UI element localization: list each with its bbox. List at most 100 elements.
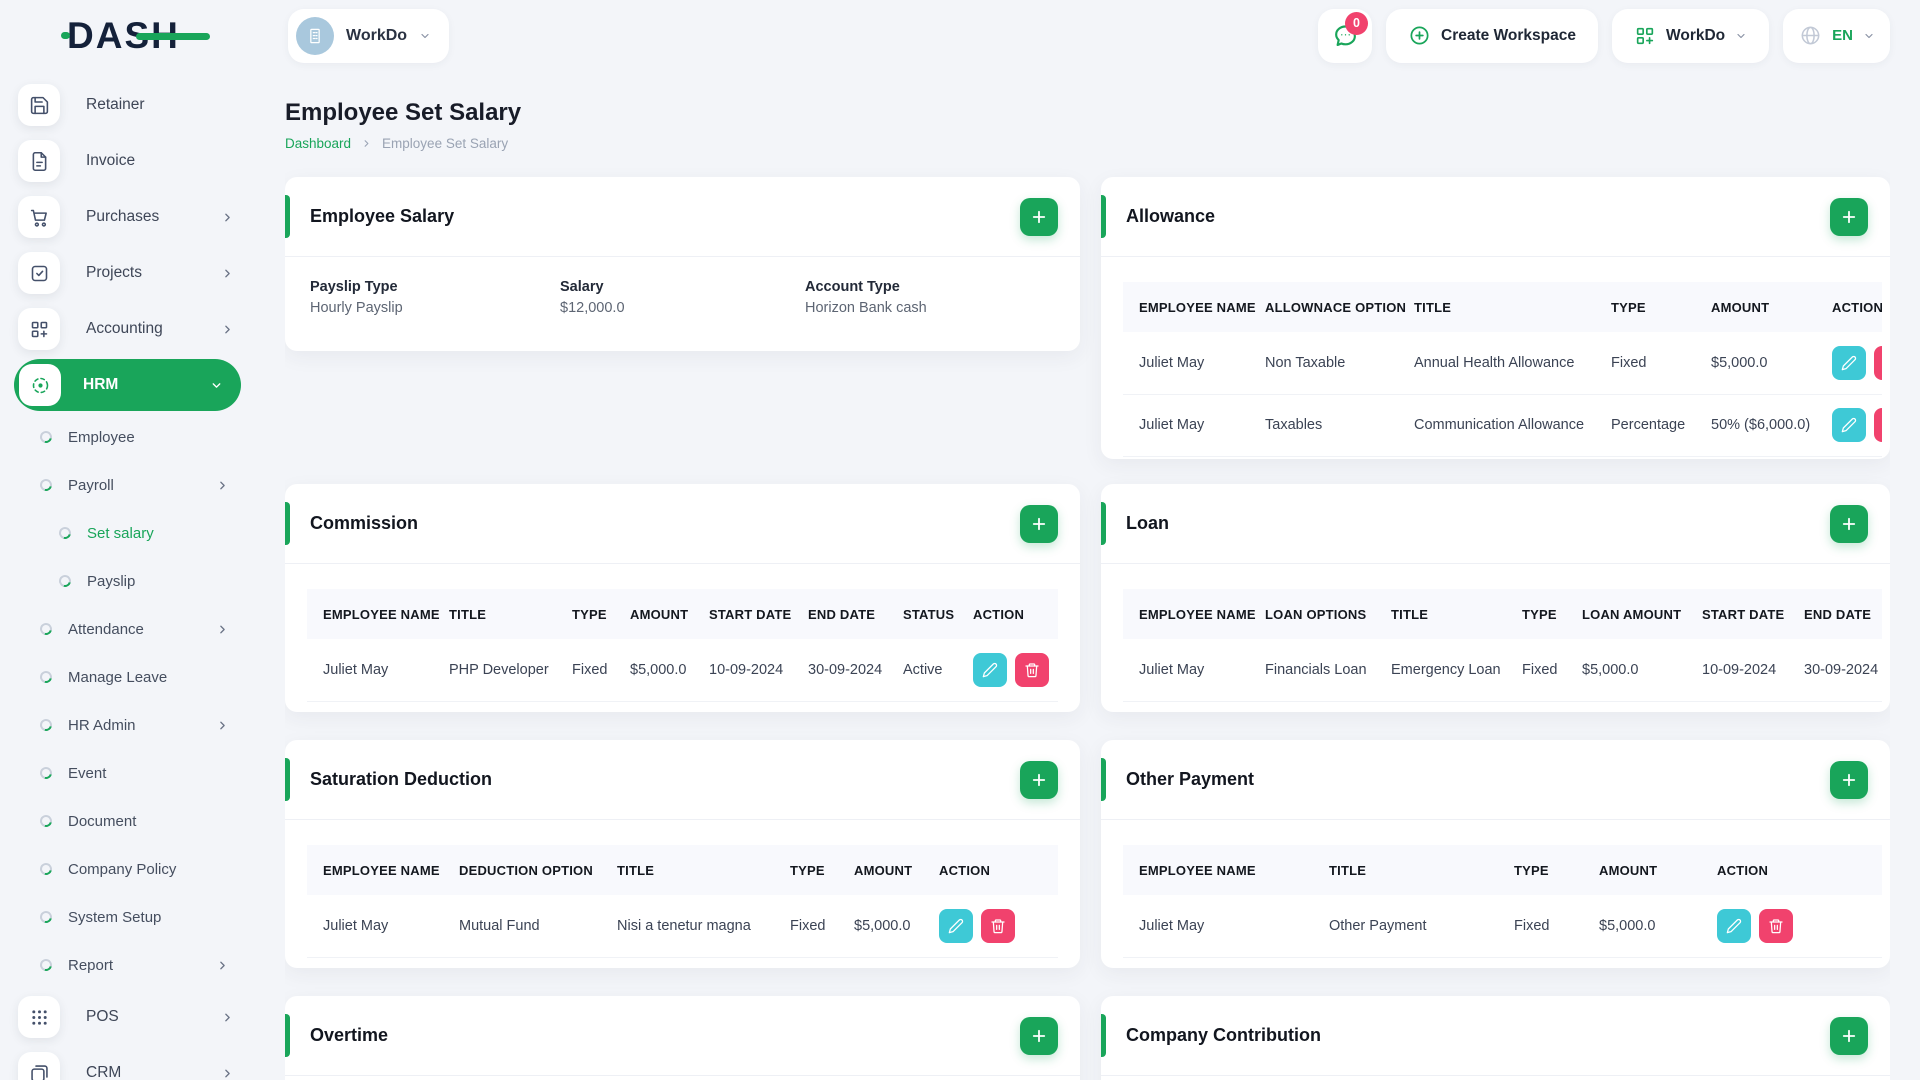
table-header-row: EMPLOYEE NAME DEDUCTION OPTION TITLE TYPE AM… (307, 845, 1058, 895)
plus-icon (1840, 515, 1858, 533)
saturation-deduction-card: Saturation Deduction EMPLOYEE NAME DEDUCT… (285, 740, 1080, 968)
crm-icon (18, 1052, 60, 1080)
table-cell: Communication Allowance (1398, 394, 1595, 457)
sidebar-item-label: HRM (83, 376, 119, 393)
sidebar-item-employee[interactable]: Employee (0, 413, 255, 461)
workspace-name: WorkDo (346, 26, 408, 44)
bullet-icon (37, 956, 55, 974)
sidebar-item-crm[interactable]: CRM (0, 1045, 255, 1080)
grid-plus-icon (18, 308, 60, 350)
card-header: Saturation Deduction (285, 740, 1080, 820)
workspace-avatar (296, 16, 334, 55)
workspace-switcher[interactable]: WorkDo (288, 8, 450, 63)
chevron-down-icon (1735, 30, 1747, 42)
data-table: EMPLOYEE NAME TITLE TYPE AMOUNT ACTION Juliet… (1123, 845, 1882, 958)
table-cell: $5,000.0 (1566, 639, 1686, 702)
add-loan-button[interactable] (1830, 504, 1868, 543)
chevron-right-icon (361, 138, 372, 149)
sidebar-item-hrm[interactable]: HRM (14, 359, 241, 411)
sidebar-item-label: Purchases (86, 208, 160, 225)
sidebar-item-label: System Setup (68, 908, 162, 926)
card-header: Loan (1101, 484, 1890, 564)
add-saturation-deduction-button[interactable] (1020, 760, 1058, 799)
add-allowance-button[interactable] (1830, 197, 1868, 236)
sidebar-item-purchases[interactable]: Purchases (0, 189, 255, 245)
messages-button[interactable]: 0 (1318, 8, 1373, 63)
field-value: $12,000.0 (560, 300, 625, 316)
table-cell: Emergency Loan (1375, 639, 1506, 702)
table-cell: Nisi a tenetur magna (601, 895, 774, 958)
delete-button[interactable] (1759, 908, 1793, 943)
add-commission-button[interactable] (1020, 504, 1058, 543)
edit-button[interactable] (1832, 345, 1866, 380)
column-header-title: TITLE (601, 845, 774, 895)
table-cell: Fixed (774, 895, 838, 958)
table-row: Juliet May Non Taxable Annual Health Allow… (1123, 332, 1882, 395)
language-selector[interactable]: EN (1783, 8, 1890, 63)
sidebar-item-manage-leave[interactable]: Manage Leave (0, 653, 255, 701)
table-cell: Juliet May (1123, 332, 1249, 395)
sidebar-item-invoice[interactable]: Invoice (0, 133, 255, 189)
table-row: Juliet May Mutual Fund Nisi a tenetur magn… (307, 895, 1058, 958)
chevron-right-icon (216, 479, 229, 492)
sidebar-item-company-policy[interactable]: Company Policy (0, 845, 255, 893)
delete-button[interactable] (1874, 408, 1882, 442)
sidebar-item-set-salary[interactable]: Set salary (0, 509, 255, 557)
workdo-menu-button[interactable]: WorkDo (1612, 8, 1770, 63)
bullet-icon (37, 716, 55, 734)
table-cell: Juliet May (307, 895, 443, 958)
bullet-icon (37, 860, 55, 878)
add-overtime-button[interactable] (1020, 1016, 1058, 1055)
sidebar-item-payroll[interactable]: Payroll (0, 461, 255, 509)
sidebar-item-retainer[interactable]: Retainer (0, 77, 255, 133)
card-title: Other Payment (1126, 769, 1255, 789)
action-cell (1701, 895, 1882, 958)
action-cell (957, 639, 1058, 702)
sidebar-item-hr-admin[interactable]: HR Admin (0, 701, 255, 749)
card-header: Overtime (285, 996, 1080, 1076)
table-cell: Mutual Fund (443, 895, 601, 958)
delete-button[interactable] (1874, 345, 1882, 380)
column-header-action: ACTION (1816, 282, 1882, 332)
card-header: Other Payment (1101, 740, 1890, 820)
card-header: Employee Salary (285, 177, 1080, 257)
chevron-right-icon (221, 323, 234, 336)
edit-button[interactable] (973, 652, 1007, 687)
sidebar-item-system-setup[interactable]: System Setup (0, 893, 255, 941)
column-header-loan-options: LOAN OPTIONS (1249, 589, 1375, 639)
add-employee-salary-button[interactable] (1020, 197, 1058, 236)
top-header: DASH WorkDo 0 Create Workspace WorkDo EN (0, 0, 1920, 71)
language-label: EN (1832, 27, 1853, 44)
allowance-table: EMPLOYEE NAME ALLOWNACE OPTION TITLE TYPE AM… (1123, 282, 1882, 457)
column-header-amount: AMOUNT (1583, 845, 1701, 895)
delete-button[interactable] (1015, 652, 1049, 687)
app-logo[interactable]: DASH (0, 15, 255, 57)
sidebar-item-event[interactable]: Event (0, 749, 255, 797)
chevron-down-icon (210, 379, 223, 392)
sidebar-item-accounting[interactable]: Accounting (0, 301, 255, 357)
action-cell (923, 895, 1058, 958)
sidebar-item-document[interactable]: Document (0, 797, 255, 845)
sidebar-item-report[interactable]: Report (0, 941, 255, 989)
sidebar-item-attendance[interactable]: Attendance (0, 605, 255, 653)
sidebar-item-payslip[interactable]: Payslip (0, 557, 255, 605)
page-title: Employee Set Salary (285, 99, 522, 126)
table-header-row: EMPLOYEE NAME TITLE TYPE AMOUNT START DATE EN… (307, 589, 1058, 639)
data-table: EMPLOYEE NAME DEDUCTION OPTION TITLE TYPE AM… (307, 845, 1058, 958)
bullet-icon (37, 428, 55, 446)
create-workspace-button[interactable]: Create Workspace (1386, 8, 1599, 63)
delete-button[interactable] (981, 908, 1015, 943)
sidebar-item-pos[interactable]: POS (0, 989, 255, 1045)
add-other-payment-button[interactable] (1830, 760, 1868, 799)
edit-button[interactable] (1832, 408, 1866, 442)
logo-text: DASH (67, 14, 180, 56)
edit-button[interactable] (939, 908, 973, 943)
card-title: Company Contribution (1126, 1025, 1321, 1045)
table-cell: $5,000.0 (1583, 895, 1701, 958)
table-cell: 10-09-2024 (693, 639, 792, 702)
edit-button[interactable] (1717, 908, 1751, 943)
sidebar-item-projects[interactable]: Projects (0, 245, 255, 301)
breadcrumb-dashboard-link[interactable]: Dashboard (285, 136, 351, 151)
field-salary: Salary $12,000.0 (560, 279, 805, 316)
add-company-contribution-button[interactable] (1830, 1016, 1868, 1055)
